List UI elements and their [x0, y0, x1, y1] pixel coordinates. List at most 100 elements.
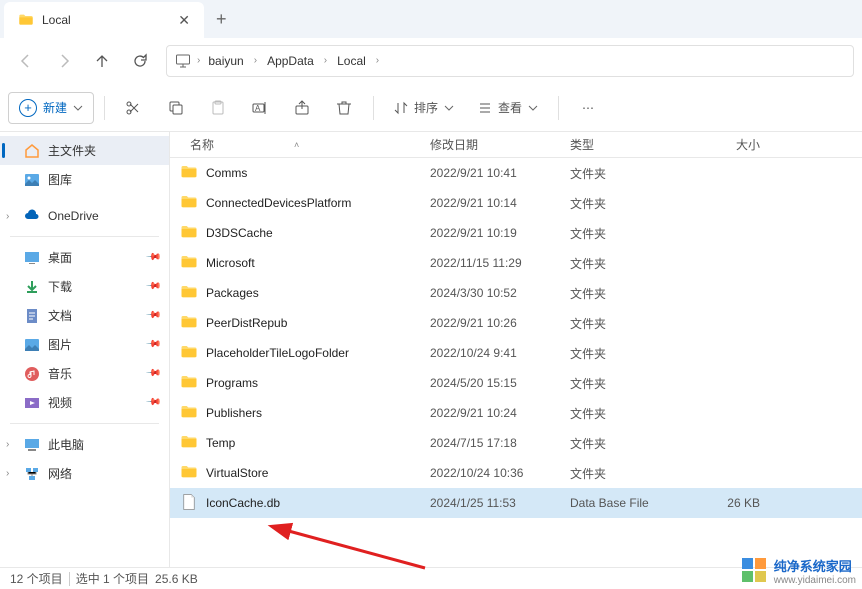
crumb-appdata[interactable]: AppData	[261, 50, 320, 72]
status-size: 25.6 KB	[155, 572, 198, 586]
copy-button[interactable]	[157, 89, 195, 127]
sidebar-item-desktop[interactable]: 桌面📌	[0, 243, 169, 272]
file-date: 2024/1/25 11:53	[430, 496, 570, 510]
crumb-baiyun[interactable]: baiyun	[202, 50, 249, 72]
file-row[interactable]: VirtualStore 2022/10/24 10:36 文件夹	[170, 458, 862, 488]
status-selected: 选中 1 个项目	[76, 570, 149, 587]
pin-icon: 📌	[144, 365, 161, 382]
file-date: 2024/5/20 15:15	[430, 376, 570, 390]
pin-icon: 📌	[144, 394, 161, 411]
file-type: 文件夹	[570, 405, 690, 422]
folder-icon	[180, 373, 200, 393]
file-row[interactable]: Publishers 2022/9/21 10:24 文件夹	[170, 398, 862, 428]
up-button[interactable]	[84, 43, 120, 79]
image-icon	[24, 337, 40, 353]
forward-button[interactable]	[46, 43, 82, 79]
sidebar-item-gallery[interactable]: 图库	[0, 165, 169, 194]
file-name: PlaceholderTileLogoFolder	[206, 346, 430, 360]
sidebar-item-pictures[interactable]: 图片📌	[0, 330, 169, 359]
column-headers[interactable]: 名称˄ 修改日期 类型 大小	[170, 132, 862, 158]
file-type: 文件夹	[570, 315, 690, 332]
sidebar-item-network[interactable]: ›网络	[0, 459, 169, 488]
folder-icon	[180, 463, 200, 483]
file-date: 2024/3/30 10:52	[430, 286, 570, 300]
refresh-button[interactable]	[122, 43, 158, 79]
image-icon	[24, 172, 40, 188]
file-name: ConnectedDevicesPlatform	[206, 196, 430, 210]
file-row[interactable]: PlaceholderTileLogoFolder 2022/10/24 9:4…	[170, 338, 862, 368]
new-button[interactable]: + 新建	[8, 92, 94, 124]
new-label: 新建	[43, 99, 67, 116]
file-date: 2022/10/24 9:41	[430, 346, 570, 360]
col-size[interactable]: 大小	[690, 136, 760, 153]
sidebar-item-home[interactable]: 主文件夹	[0, 136, 169, 165]
download-icon	[24, 279, 40, 295]
close-tab-icon[interactable]: ✕	[178, 12, 190, 29]
sidebar-item-videos[interactable]: 视频📌	[0, 388, 169, 417]
pin-icon: 📌	[144, 336, 161, 353]
sidebar-item-music[interactable]: 音乐📌	[0, 359, 169, 388]
file-name: IconCache.db	[206, 496, 430, 510]
folder-icon	[180, 223, 200, 243]
sidebar-item-onedrive[interactable]: › OneDrive	[0, 202, 169, 230]
breadcrumb: baiyun› AppData› Local›	[202, 50, 381, 72]
file-name: Comms	[206, 166, 430, 180]
folder-icon	[180, 313, 200, 333]
file-row[interactable]: Packages 2024/3/30 10:52 文件夹	[170, 278, 862, 308]
svg-text:A: A	[255, 104, 261, 113]
chevron-down-icon	[444, 103, 454, 113]
view-button[interactable]: 查看	[468, 89, 548, 127]
file-row[interactable]: ConnectedDevicesPlatform 2022/9/21 10:14…	[170, 188, 862, 218]
paste-button[interactable]	[199, 89, 237, 127]
pin-icon: 📌	[144, 249, 161, 266]
chevron-right-icon: ›	[6, 439, 9, 450]
new-tab-button[interactable]: +	[204, 9, 239, 30]
sidebar-item-thispc[interactable]: ›此电脑	[0, 430, 169, 459]
file-row[interactable]: PeerDistRepub 2022/9/21 10:26 文件夹	[170, 308, 862, 338]
file-name: Microsoft	[206, 256, 430, 270]
chevron-icon: ›	[195, 55, 202, 66]
sort-icon	[394, 101, 408, 115]
view-icon	[478, 101, 492, 115]
sidebar-item-downloads[interactable]: 下载📌	[0, 272, 169, 301]
file-icon	[180, 493, 200, 513]
rename-button[interactable]: A	[241, 89, 279, 127]
back-button[interactable]	[8, 43, 44, 79]
file-date: 2022/11/15 11:29	[430, 256, 570, 270]
share-button[interactable]	[283, 89, 321, 127]
col-type[interactable]: 类型	[570, 136, 690, 153]
watermark-icon	[740, 556, 770, 586]
tab-title: Local	[42, 13, 170, 27]
sort-button[interactable]: 排序	[384, 89, 464, 127]
file-row[interactable]: Comms 2022/9/21 10:41 文件夹	[170, 158, 862, 188]
pc-icon	[24, 437, 40, 453]
file-row[interactable]: Programs 2024/5/20 15:15 文件夹	[170, 368, 862, 398]
cut-button[interactable]	[115, 89, 153, 127]
more-button[interactable]: ⋯	[569, 89, 607, 127]
file-type: Data Base File	[570, 496, 690, 510]
crumb-local[interactable]: Local	[331, 50, 372, 72]
file-name: Programs	[206, 376, 430, 390]
file-name: Temp	[206, 436, 430, 450]
chevron-down-icon	[528, 103, 538, 113]
file-size: 26 KB	[690, 496, 760, 510]
col-date[interactable]: 修改日期	[430, 136, 570, 153]
sidebar-item-documents[interactable]: 文档📌	[0, 301, 169, 330]
file-row[interactable]: D3DSCache 2022/9/21 10:19 文件夹	[170, 218, 862, 248]
music-icon	[24, 366, 40, 382]
folder-icon	[180, 253, 200, 273]
file-type: 文件夹	[570, 195, 690, 212]
col-name[interactable]: 名称	[190, 136, 214, 153]
file-type: 文件夹	[570, 225, 690, 242]
address-bar[interactable]: › baiyun› AppData› Local›	[166, 45, 854, 77]
delete-button[interactable]	[325, 89, 363, 127]
video-icon	[24, 395, 40, 411]
file-row[interactable]: Temp 2024/7/15 17:18 文件夹	[170, 428, 862, 458]
window-tab[interactable]: Local ✕	[4, 2, 204, 38]
file-list: Comms 2022/9/21 10:41 文件夹 ConnectedDevic…	[170, 158, 862, 567]
folder-icon	[18, 12, 34, 28]
folder-icon	[180, 163, 200, 183]
sidebar: 主文件夹 图库 › OneDrive 桌面📌 下载📌 文档📌 图片📌 音乐📌 视…	[0, 132, 170, 567]
file-row[interactable]: IconCache.db 2024/1/25 11:53 Data Base F…	[170, 488, 862, 518]
file-row[interactable]: Microsoft 2022/11/15 11:29 文件夹	[170, 248, 862, 278]
